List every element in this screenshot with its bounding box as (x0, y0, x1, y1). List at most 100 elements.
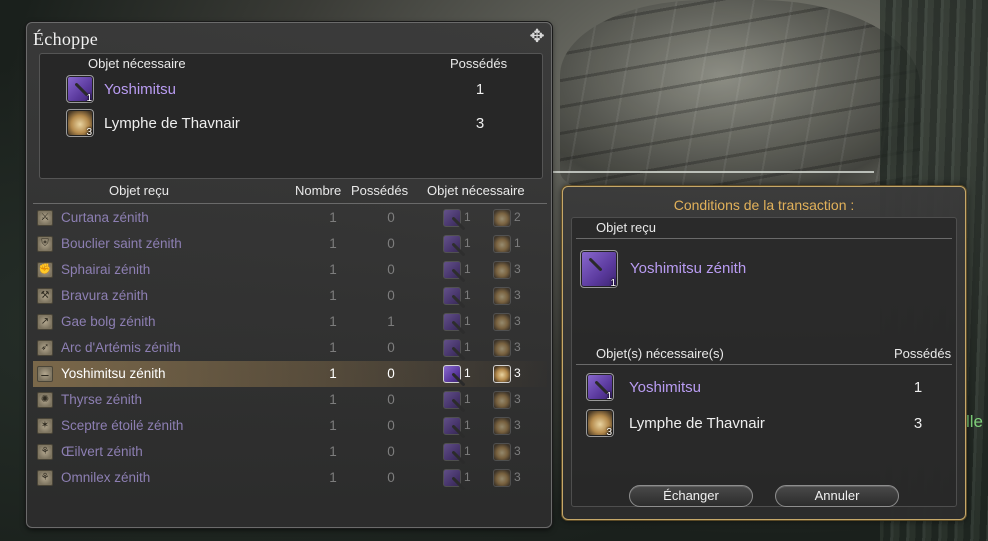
row-number: 1 (329, 392, 337, 407)
row-need-jar-count: 3 (514, 288, 521, 302)
received-item-name: Yoshimitsu zénith (630, 260, 747, 277)
needed-item-name: Yoshimitsu (629, 379, 701, 396)
weapon-icon (443, 209, 461, 227)
row-number: 1 (329, 288, 337, 303)
jar-icon (493, 287, 511, 305)
row-need-jar-count: 3 (514, 418, 521, 432)
needed-item-owned: 1 (475, 81, 485, 98)
staff-icon: ✺ (37, 392, 53, 408)
jar-icon (493, 261, 511, 279)
table-row[interactable]: ➶ Arc d'Artémis zénith 1 0 1 3 (33, 335, 547, 361)
jar-icon (493, 339, 511, 357)
needed-items-box: Objet nécessaire Possédés 1 Yoshimitsu 1… (39, 53, 543, 179)
row-need-weapon-count: 1 (464, 210, 471, 224)
needed-item-row[interactable]: 1 Yoshimitsu 1 (40, 72, 542, 106)
col-number: Nombre (295, 183, 342, 198)
table-row[interactable]: ✊ Sphairai zénith 1 0 1 3 (33, 257, 547, 283)
katana-icon: ⚊ (37, 366, 53, 382)
owned-header: Possédés (450, 56, 508, 71)
row-owned: 0 (387, 470, 395, 485)
jar-icon (493, 469, 511, 487)
row-number: 1 (329, 262, 337, 277)
weapon-icon (443, 339, 461, 357)
table-row[interactable]: ⚘ Omnilex zénith 1 0 1 3 (33, 465, 547, 491)
weapon-icon (443, 391, 461, 409)
needed-item-row[interactable]: 1 Yoshimitsu 1 (572, 370, 956, 404)
jar-icon (493, 443, 511, 461)
table-row[interactable]: ⚒ Bravura zénith 1 0 1 3 (33, 283, 547, 309)
item-count: 1 (610, 278, 616, 289)
row-item-name: Bravura zénith (61, 288, 149, 303)
row-owned: 0 (387, 236, 395, 251)
needed-divider (576, 364, 952, 365)
katana-icon: 1 (580, 250, 618, 289)
needed-header: Objet(s) nécessaire(s) (596, 346, 724, 361)
weapon-icon: 1 (586, 373, 614, 402)
needed-item-row[interactable]: 3 Lymphe de Thavnair 3 (572, 406, 956, 440)
row-need-jar-count: 2 (514, 210, 521, 224)
row-need-weapon-count: 1 (464, 262, 471, 276)
jar-icon (493, 235, 511, 253)
sceptre-icon: ✶ (37, 418, 53, 434)
col-needed: Objet nécessaire (427, 183, 525, 198)
cancel-button[interactable]: Annuler (775, 485, 899, 507)
weapon-icon: 1 (66, 75, 94, 104)
row-number: 1 (329, 418, 337, 433)
row-need-jar-count: 3 (514, 444, 521, 458)
row-need-jar-count: 3 (514, 366, 521, 380)
table-row[interactable]: ⚊ Yoshimitsu zénith 1 0 1 3 (33, 361, 547, 387)
table-row[interactable]: ✶ Sceptre étoilé zénith 1 0 1 3 (33, 413, 547, 439)
jar-icon: 3 (586, 409, 614, 438)
row-need-weapon-count: 1 (464, 314, 471, 328)
row-need-jar-count: 1 (514, 236, 521, 250)
received-header: Objet reçu (596, 220, 656, 235)
table-row[interactable]: ✺ Thyrse zénith 1 0 1 3 (33, 387, 547, 413)
needed-item-name: Lymphe de Thavnair (629, 415, 765, 432)
jar-icon (493, 209, 511, 227)
book-icon: ⚘ (37, 444, 53, 460)
background-tower (560, 0, 920, 190)
row-item-name: Yoshimitsu zénith (61, 366, 166, 381)
item-count: 1 (606, 391, 612, 402)
row-owned: 0 (387, 418, 395, 433)
row-item-name: Œilvert zénith (61, 444, 143, 459)
item-count: 3 (606, 427, 612, 438)
row-number: 1 (329, 314, 337, 329)
row-need-weapon-count: 1 (464, 236, 471, 250)
needed-item-owned: 3 (913, 415, 923, 432)
table-row[interactable]: ↗ Gae bolg zénith 1 1 1 3 (33, 309, 547, 335)
jar-icon (493, 365, 511, 383)
weapon-icon (443, 313, 461, 331)
needed-header: Objet nécessaire (88, 56, 186, 71)
close-icon[interactable]: ✥ (527, 27, 547, 47)
row-number: 1 (329, 444, 337, 459)
needed-item-owned: 1 (913, 379, 923, 396)
bow-icon: ➶ (37, 340, 53, 356)
table-row[interactable]: ⚔ Curtana zénith 1 0 1 2 (33, 205, 547, 231)
codex-icon: ⚘ (37, 470, 53, 486)
item-list: ⚔ Curtana zénith 1 0 1 2 ⛨ Bouclier saint zénit… (33, 205, 547, 491)
table-row[interactable]: ⚘ Œilvert zénith 1 0 1 3 (33, 439, 547, 465)
axe-icon: ⚒ (37, 288, 53, 304)
exchange-button[interactable]: Échanger (629, 485, 753, 507)
row-need-jar-count: 3 (514, 470, 521, 484)
needed-item-row[interactable]: 3 Lymphe de Thavnair 3 (40, 106, 542, 140)
row-need-weapon-count: 1 (464, 392, 471, 406)
received-divider (576, 238, 952, 239)
shield-icon: ⛨ (37, 236, 53, 252)
weapon-icon (443, 235, 461, 253)
row-item-name: Bouclier saint zénith (61, 236, 182, 251)
jar-icon (493, 391, 511, 409)
row-item-name: Sceptre étoilé zénith (61, 418, 184, 433)
needed-item-owned: 3 (475, 115, 485, 132)
received-item[interactable]: 1 Yoshimitsu zénith (580, 248, 940, 292)
row-number: 1 (329, 236, 337, 251)
background-rail (552, 171, 874, 173)
owned-header: Possédés (894, 346, 952, 361)
lance-icon: ↗ (37, 314, 53, 330)
conditions-box: Objet reçu 1 Yoshimitsu zénith Objet(s) … (571, 217, 957, 507)
row-need-weapon-count: 1 (464, 470, 471, 484)
table-row[interactable]: ⛨ Bouclier saint zénith 1 0 1 1 (33, 231, 547, 257)
row-owned: 0 (387, 340, 395, 355)
row-number: 1 (329, 340, 337, 355)
